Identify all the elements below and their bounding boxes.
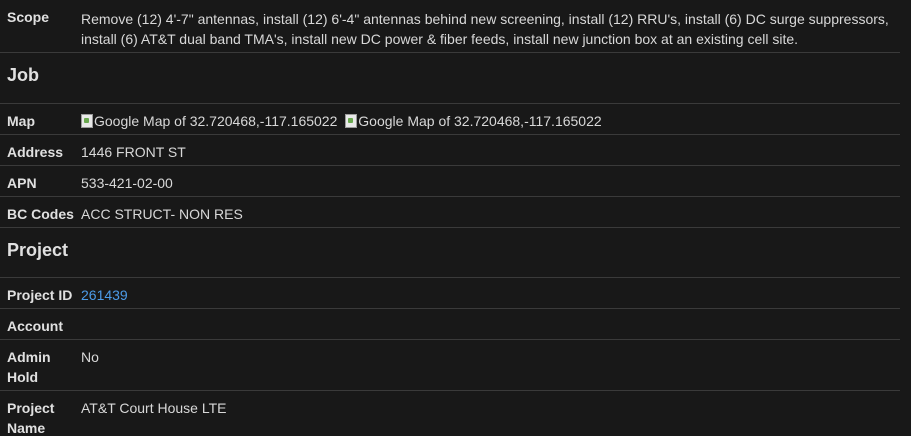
map-value: Google Map of 32.720468,-117.165022 Goog… (81, 104, 900, 134)
bc-codes-label: BC Codes (7, 206, 74, 222)
address-value: 1446 FRONT ST (81, 144, 186, 160)
project-heading: Project (0, 227, 900, 277)
project-id-row: Project ID 261439 (0, 277, 900, 308)
admin-hold-row: Admin Hold No (0, 339, 900, 390)
admin-hold-label: Admin Hold (7, 349, 51, 385)
job-heading: Job (0, 52, 900, 103)
address-row: Address 1446 FRONT ST (0, 134, 900, 165)
scope-row: Scope Remove (12) 4'-7" antennas, instal… (0, 0, 900, 52)
scope-value: Remove (12) 4'-7" antennas, install (12)… (81, 11, 889, 47)
map-alt-text-2: Google Map of 32.720468,-117.165022 (358, 113, 602, 129)
google-map-image-2[interactable]: Google Map of 32.720468,-117.165022 (345, 111, 602, 131)
map-alt-text-1: Google Map of 32.720468,-117.165022 (94, 113, 338, 129)
project-id-label: Project ID (7, 287, 73, 303)
map-row: Map Google Map of 32.720468,-117.165022 … (0, 103, 900, 134)
bc-codes-row: BC Codes ACC STRUCT- NON RES (0, 196, 900, 227)
details-table: Scope Remove (12) 4'-7" antennas, instal… (0, 0, 900, 436)
scope-label: Scope (7, 9, 50, 25)
apn-label: APN (7, 175, 37, 191)
bc-codes-value: ACC STRUCT- NON RES (81, 206, 243, 222)
broken-image-icon (81, 114, 93, 128)
google-map-image-1[interactable]: Google Map of 32.720468,-117.165022 (81, 111, 337, 131)
account-value (81, 309, 900, 339)
map-label: Map (7, 113, 35, 129)
apn-value: 533-421-02-00 (81, 175, 173, 191)
project-name-label: Project Name (7, 400, 55, 436)
project-id-link[interactable]: 261439 (81, 287, 128, 303)
apn-row: APN 533-421-02-00 (0, 165, 900, 196)
broken-image-icon (345, 114, 358, 128)
account-label: Account (7, 318, 63, 334)
project-name-value: AT&T Court House LTE (81, 400, 227, 416)
address-label: Address (7, 144, 64, 160)
project-name-row: Project Name AT&T Court House LTE (0, 390, 900, 436)
admin-hold-value: No (81, 349, 99, 365)
account-row: Account (0, 308, 900, 339)
